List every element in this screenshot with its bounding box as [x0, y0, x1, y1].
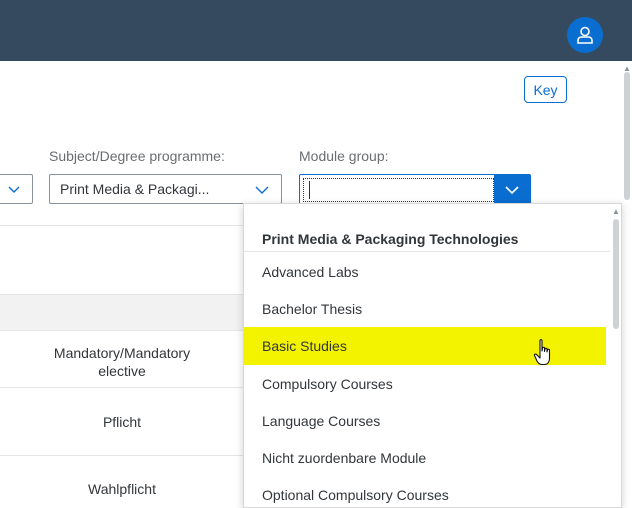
dropdown-item-highlighted[interactable]: Basic Studies	[244, 327, 606, 365]
module-group-label: Module group:	[299, 148, 389, 164]
previous-filter-select[interactable]	[0, 174, 33, 204]
table-divider	[0, 330, 244, 331]
subject-label: Subject/Degree programme:	[49, 148, 225, 164]
page-scrollbar[interactable]: ▲	[622, 61, 632, 508]
module-group-dropdown-button[interactable]	[494, 175, 530, 205]
scroll-up-icon[interactable]: ▲	[612, 207, 620, 216]
dropdown-item[interactable]: Nicht zuordenbare Module	[244, 439, 606, 477]
user-avatar-button[interactable]	[567, 17, 603, 53]
subject-select-value: Print Media & Packagi...	[60, 181, 210, 197]
subject-select[interactable]: Print Media & Packagi...	[49, 174, 282, 204]
table-row: Wahlpflicht	[88, 481, 156, 497]
text-caret	[309, 181, 310, 199]
table-divider	[0, 225, 244, 226]
dropdown-item[interactable]: Advanced Labs	[244, 253, 606, 291]
focus-outline	[303, 178, 494, 202]
scrollbar-thumb[interactable]	[613, 219, 619, 329]
table-row: Pflicht	[102, 414, 142, 430]
module-group-dropdown-list: Print Media & Packaging Technologies Adv…	[243, 203, 622, 508]
shell-bar	[0, 0, 632, 61]
table-divider	[0, 294, 244, 295]
module-group-combobox[interactable]	[299, 174, 531, 206]
dropdown-item[interactable]: Compulsory Courses	[244, 365, 606, 403]
dropdown-item[interactable]: Language Courses	[244, 402, 606, 440]
column-header-line: Mandatory/Mandatory	[53, 345, 191, 361]
table-divider	[0, 455, 244, 456]
chevron-down-icon	[505, 186, 519, 195]
key-button[interactable]: Key	[524, 76, 567, 103]
table-divider	[0, 387, 244, 388]
column-header-line: elective	[98, 363, 146, 379]
dropdown-group-header: Print Media & Packaging Technologies	[244, 204, 621, 252]
dropdown-item[interactable]: Bachelor Thesis	[244, 290, 606, 328]
person-icon	[577, 26, 593, 44]
column-header-mandatory: Mandatory/Mandatory elective	[0, 344, 244, 380]
scrollbar-thumb[interactable]	[624, 72, 630, 200]
table-group-band	[0, 294, 244, 330]
dropdown-scrollbar[interactable]: ▲	[610, 204, 621, 507]
dropdown-item[interactable]: Optional Compulsory Courses	[244, 476, 606, 507]
chevron-down-icon	[8, 186, 20, 193]
chevron-down-icon	[255, 186, 269, 194]
